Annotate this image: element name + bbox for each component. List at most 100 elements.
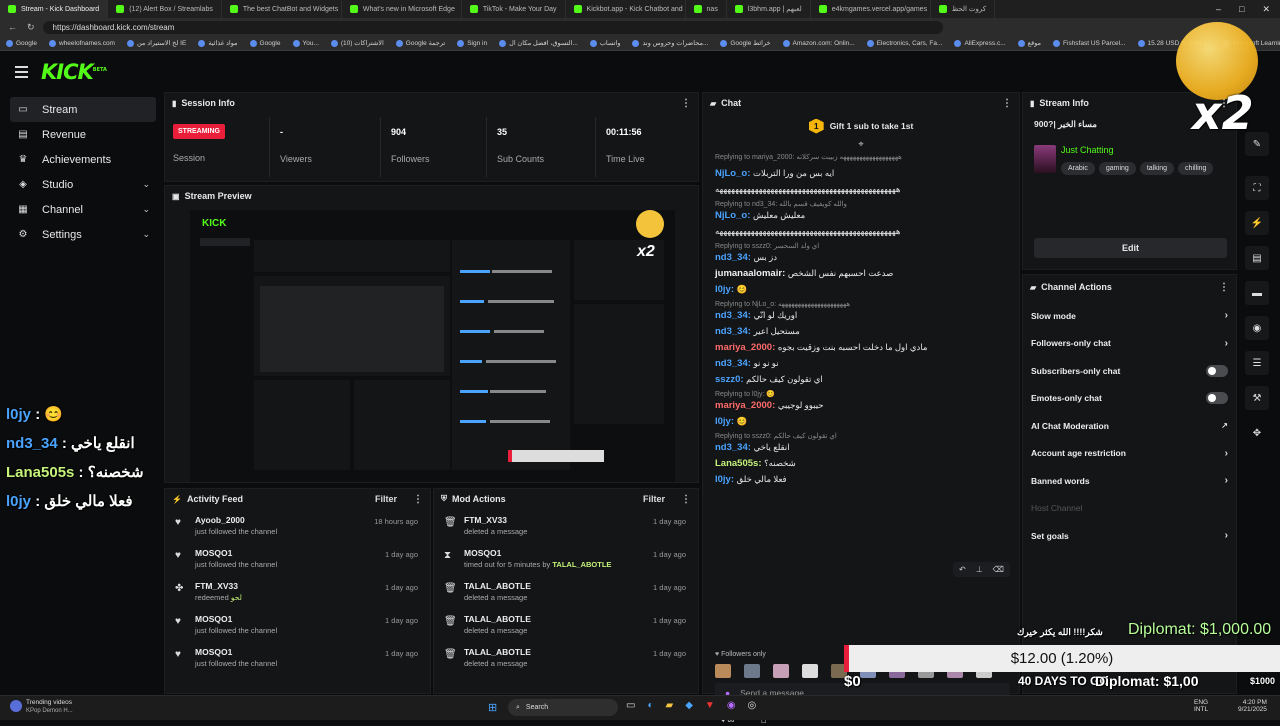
chat-username[interactable]: nd3_34 bbox=[715, 310, 748, 321]
feed-item[interactable]: 🗑 TALAL_ABOTLE deleted a message 1 day ago bbox=[434, 647, 698, 680]
drag-handle-icon[interactable]: ✥ bbox=[1245, 421, 1269, 445]
chat-username[interactable]: jumanaalomair bbox=[715, 268, 782, 279]
toggle-switch[interactable] bbox=[1206, 392, 1228, 405]
chat-username[interactable]: mariya_2000 bbox=[715, 400, 772, 411]
bookmark[interactable]: موقع bbox=[1017, 39, 1041, 47]
gift-banner[interactable]: 1 Gift 1 sub to take 1st bbox=[703, 113, 1019, 139]
bookmark[interactable]: wheelofnames.com bbox=[48, 39, 115, 47]
browser-tab[interactable]: كروت الحظ bbox=[931, 0, 996, 18]
sidebar-item-settings[interactable]: ⚙ Settings ⌄ bbox=[10, 222, 156, 247]
more-icon[interactable]: ⋮ bbox=[1219, 282, 1229, 293]
url-field[interactable]: https://dashboard.kick.com/stream bbox=[42, 20, 943, 34]
browser-tab[interactable]: l3bhm.app | لعبهم bbox=[727, 0, 811, 18]
feed-item[interactable]: ⧗ MOSQO1 timed out for 5 minutes by TALAL_… bbox=[434, 548, 698, 581]
refresh-icon[interactable]: ↻ bbox=[27, 22, 35, 33]
kick-logo[interactable]: KICKBETA bbox=[41, 60, 107, 84]
chat-message[interactable]: nd3_34: مستحيل اعير bbox=[703, 326, 1019, 337]
menu-icon[interactable] bbox=[15, 66, 28, 78]
chat-icon[interactable]: ▬ bbox=[1245, 281, 1269, 305]
bookmark[interactable]: Electronics, Cars, Fa... bbox=[866, 39, 942, 47]
feed-item[interactable]: ♥ MOSQO1 just followed the channel 1 day ag… bbox=[165, 614, 430, 647]
feed-moderator[interactable]: TALAL_ABOTLE bbox=[552, 560, 611, 569]
bookmark[interactable]: You... bbox=[292, 39, 319, 47]
chat-username[interactable]: NjLo_o bbox=[715, 210, 747, 221]
browser-tab[interactable]: TikTok - Make Your Day bbox=[462, 0, 566, 18]
bookmark[interactable]: Sign in bbox=[457, 39, 487, 47]
pin-icon[interactable]: ⌖ bbox=[703, 139, 1019, 149]
viewer-avatar[interactable] bbox=[802, 664, 818, 678]
channel-action-followers-only-chat[interactable]: Followers-only chat › bbox=[1023, 330, 1236, 358]
bookmark[interactable]: محاضرات وحروس وند... bbox=[632, 39, 708, 47]
discord-icon[interactable]: ◉ bbox=[727, 700, 736, 711]
windows-start-icon[interactable]: ⊞ bbox=[488, 701, 497, 714]
search-box[interactable]: ⌕ Search bbox=[508, 699, 618, 716]
feed-item[interactable]: 🗑 TALAL_ABOTLE deleted a message 1 day ago bbox=[434, 614, 698, 647]
channel-action-subscribers-only-chat[interactable]: Subscribers-only chat bbox=[1023, 357, 1236, 385]
close-icon[interactable]: ✕ bbox=[1262, 4, 1270, 15]
toggle-switch[interactable] bbox=[1206, 364, 1228, 377]
browser-tab[interactable]: What's new in Microsoft Edge bbox=[342, 0, 462, 18]
chat-message[interactable]: jumanaalomair: صدعت احسبهم نفس الشخص bbox=[703, 268, 1019, 279]
news-icon[interactable] bbox=[10, 700, 22, 712]
feed-item[interactable]: ♥ Ayoob_2000 just followed the channel 18 h… bbox=[165, 515, 430, 548]
viewer-avatar[interactable] bbox=[744, 664, 760, 678]
sidebar-item-channel[interactable]: ▦ Channel ⌄ bbox=[10, 197, 156, 222]
chat-message[interactable]: mariya_2000: مادي اول ما دخلت احسبه بنت … bbox=[703, 342, 1019, 353]
bookmark[interactable]: Amazon.com: Onlin... bbox=[782, 39, 855, 47]
bolt-icon[interactable]: ⚡ bbox=[1245, 211, 1269, 235]
bookmark[interactable]: Google bbox=[6, 39, 37, 47]
chat-message[interactable]: Replying to l0jy: 😊 mariya_2000: حيبوو لو… bbox=[703, 390, 1019, 411]
maximize-icon[interactable]: □ bbox=[1239, 4, 1244, 15]
browser-tab[interactable]: nas bbox=[686, 0, 727, 18]
reply-icon[interactable]: ↶ bbox=[959, 565, 966, 574]
channel-action-banned-words[interactable]: Banned words › bbox=[1023, 467, 1236, 495]
feed-item[interactable]: ♥ MOSQO1 just followed the channel 1 day ag… bbox=[165, 548, 430, 581]
chat-message[interactable]: nd3_34: نو نو نو bbox=[703, 358, 1019, 369]
focus-icon[interactable]: ⛶ bbox=[1245, 176, 1269, 200]
chat-message[interactable]: Replying to sszz0: اي تقولون كيف حالكم nd… bbox=[703, 432, 1019, 453]
delete-icon[interactable]: ⌫ bbox=[993, 565, 1004, 574]
chat-username[interactable]: l0jy bbox=[715, 284, 731, 295]
taskview-icon[interactable]: ▭ bbox=[626, 700, 635, 711]
filter-button[interactable]: Filter bbox=[375, 494, 397, 504]
more-icon[interactable]: ⋮ bbox=[681, 494, 691, 505]
chat-username[interactable]: l0jy bbox=[715, 474, 731, 485]
channel-action-emotes-only-chat[interactable]: Emotes-only chat bbox=[1023, 385, 1236, 413]
more-icon[interactable]: ⋮ bbox=[1002, 98, 1012, 109]
bookmark[interactable]: Fishsfast US Parcel... bbox=[1053, 39, 1126, 47]
bookmark[interactable]: مواد غذائية bbox=[198, 39, 238, 47]
chat-message[interactable]: هههههههههههههههههههههههههههههههههههههههه… bbox=[703, 226, 1019, 237]
explorer-icon[interactable]: ▰ bbox=[666, 700, 674, 711]
chat-username[interactable]: nd3_34 bbox=[715, 252, 748, 263]
minimize-icon[interactable]: – bbox=[1216, 4, 1221, 15]
channel-action-set-goals[interactable]: Set goals › bbox=[1023, 522, 1236, 550]
chat-message[interactable]: l0jy: 😊 bbox=[703, 416, 1019, 427]
channel-action-slow-mode[interactable]: Slow mode › bbox=[1023, 302, 1236, 330]
broadcast-icon[interactable]: ◉ bbox=[1245, 316, 1269, 340]
clock[interactable]: 4:20 PM 9/21/2025 bbox=[1238, 699, 1267, 713]
edit-button[interactable]: Edit bbox=[1034, 238, 1227, 258]
doc-icon[interactable]: ▤ bbox=[1245, 246, 1269, 270]
channel-action-account-age-restriction[interactable]: Account age restriction › bbox=[1023, 440, 1236, 468]
chat-username[interactable]: l0jy bbox=[715, 416, 731, 427]
bookmark[interactable]: Google ترجمة bbox=[395, 39, 445, 47]
browser-tab[interactable]: e4kmgames.vercel.app/games bbox=[811, 0, 931, 18]
stream-tag[interactable]: Arabic bbox=[1061, 162, 1095, 175]
category-name[interactable]: Just Chatting bbox=[1061, 145, 1114, 155]
more-icon[interactable]: ⋮ bbox=[681, 98, 691, 109]
back-icon[interactable]: ← bbox=[8, 22, 17, 33]
viewer-avatar[interactable] bbox=[773, 664, 789, 678]
store-icon[interactable]: ◆ bbox=[685, 700, 693, 711]
channel-action-ai-chat-moderation[interactable]: AI Chat Moderation ↗ bbox=[1023, 412, 1236, 440]
obs-icon[interactable]: ◎ bbox=[748, 700, 757, 711]
chat-username[interactable]: sszz0 bbox=[715, 374, 740, 385]
bookmark[interactable]: Google خرائط bbox=[720, 39, 771, 47]
chat-message[interactable]: Replying to NjLo_o: هههههههههههههههههههه… bbox=[703, 300, 1019, 321]
chat-message[interactable]: Replying to nd3_34: والله كويفيف قسم بال… bbox=[703, 200, 1019, 221]
chat-username[interactable]: nd3_34 bbox=[715, 358, 748, 369]
queue-icon[interactable]: ☰ bbox=[1245, 351, 1269, 375]
bookmark[interactable]: التسوق، افضل مكان ال... bbox=[499, 39, 578, 47]
browser-tab[interactable]: (12) Alert Box / Streamlabs bbox=[108, 0, 222, 18]
chat-username[interactable]: mariya_2000 bbox=[715, 342, 772, 353]
feed-item[interactable]: ✤ FTM_XV33 redeemed لحو 1 day ago bbox=[165, 581, 430, 614]
